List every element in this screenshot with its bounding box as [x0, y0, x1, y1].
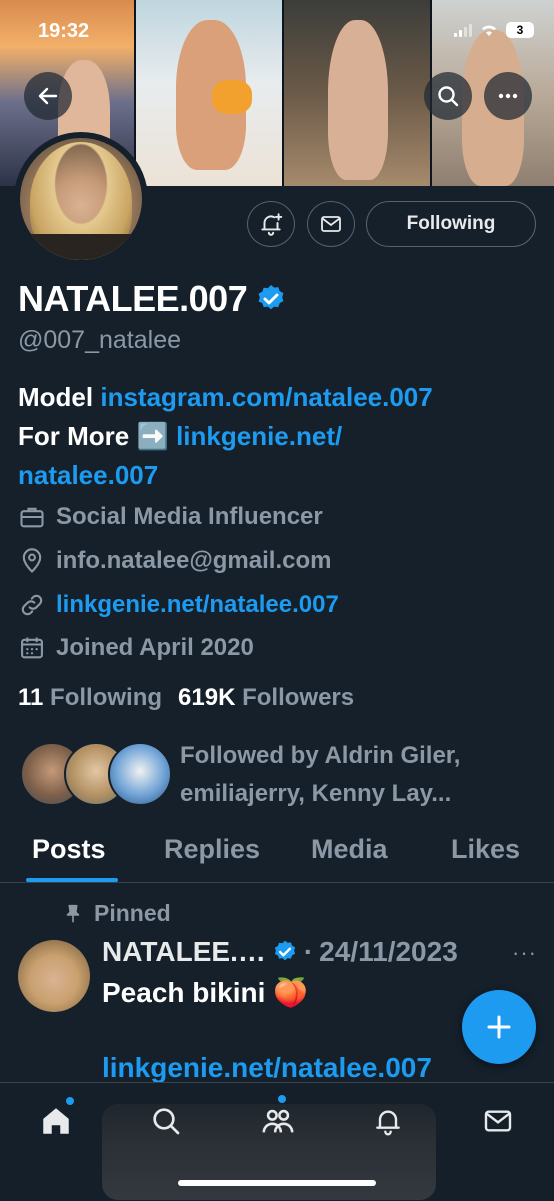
pin-icon — [66, 904, 80, 922]
bio-text: For More — [18, 421, 137, 451]
banner-photo-2 — [136, 0, 282, 186]
search-button[interactable] — [424, 72, 472, 120]
followers-count: 619K — [178, 684, 236, 711]
profile-website-link[interactable]: linkgenie.net/natalee.007 — [56, 591, 339, 619]
post-text: Peach bikini 🍑 — [102, 977, 309, 1008]
active-tab-indicator — [26, 878, 118, 882]
post-header: NATALEE.… · 24/11/2023 — [102, 936, 458, 968]
followed-by-line: emiliajerry, Kenny Lay... — [180, 780, 452, 807]
following-button[interactable]: Following — [366, 201, 536, 247]
profile-bio: Model instagram.com/natalee.007 For More… — [18, 378, 538, 495]
search-icon — [438, 86, 459, 107]
nav-home[interactable] — [36, 1097, 76, 1141]
bio-text: Model — [18, 382, 101, 412]
notifications-button[interactable] — [247, 201, 295, 247]
pinned-label-row: Pinned — [62, 900, 171, 927]
profile-avatar[interactable] — [14, 132, 148, 266]
status-time: 19:32 — [38, 20, 90, 42]
pinned-label: Pinned — [94, 900, 171, 926]
signal-icon — [454, 23, 472, 37]
follow-counts: 11 Following 619K Followers — [18, 684, 354, 712]
following-label: Following — [50, 684, 163, 711]
display-name: NATALEE.007 — [18, 278, 248, 319]
post-link[interactable]: linkgenie.net/natalee.007 — [102, 1052, 432, 1084]
bio-linkgenie-link[interactable]: linkgenie.net/ — [176, 421, 342, 451]
post-date: 24/11/2023 — [319, 936, 458, 967]
profile-tabs: Posts Replies Media Likes — [0, 826, 554, 883]
home-indicator[interactable] — [178, 1180, 376, 1186]
more-button[interactable] — [484, 72, 532, 120]
bell-plus-icon — [261, 213, 283, 236]
profile-email: info.natalee@gmail.com — [56, 547, 332, 574]
message-button[interactable] — [307, 201, 355, 247]
arrow-left-icon — [38, 87, 58, 105]
followed-by-line: Followed by Aldrin Giler, — [180, 742, 461, 769]
communities-icon — [262, 1109, 294, 1133]
location-pin-icon — [22, 548, 42, 573]
more-icon — [498, 93, 518, 99]
profile-joined-row: Joined April 2020 — [18, 634, 254, 662]
verified-badge-icon — [258, 285, 284, 310]
following-count: 11 — [18, 684, 44, 711]
bio-instagram-link[interactable]: instagram.com/natalee.007 — [100, 382, 432, 412]
compose-button[interactable] — [462, 990, 536, 1064]
banner-photo-3 — [284, 0, 430, 186]
link-icon — [21, 594, 43, 616]
battery-icon: 3 — [506, 22, 534, 38]
post-author-avatar[interactable] — [18, 940, 90, 1012]
profile-category: Social Media Influencer — [56, 503, 323, 530]
bio-linkgenie-link-cont[interactable]: natalee.007 — [18, 460, 158, 490]
profile-location-row: info.natalee@gmail.com — [18, 547, 331, 575]
post-more-button[interactable]: ··· — [512, 940, 537, 966]
verified-badge-icon — [274, 940, 295, 961]
followed-by-avatars[interactable] — [20, 742, 172, 806]
tab-replies[interactable]: Replies — [164, 834, 260, 865]
wifi-icon — [482, 25, 496, 36]
bell-icon — [376, 1110, 400, 1136]
plus-icon — [487, 1015, 511, 1039]
profile-category-row: Social Media Influencer — [18, 503, 323, 531]
mail-icon — [484, 1110, 512, 1132]
profile-joined: Joined April 2020 — [56, 634, 254, 661]
profile-website-row: linkgenie.net/natalee.007 — [18, 591, 339, 619]
display-name-row: NATALEE.007 — [18, 278, 287, 320]
calendar-icon — [21, 637, 43, 659]
followers-label: Followers — [242, 684, 355, 711]
tab-likes[interactable]: Likes — [451, 834, 520, 865]
arrow-right-emoji: ➡️ — [136, 421, 169, 451]
status-icons: 3 — [454, 22, 534, 38]
envelope-icon — [321, 216, 341, 232]
nav-messages[interactable] — [478, 1101, 518, 1141]
briefcase-icon — [20, 507, 44, 528]
followed-by-text[interactable]: Followed by Aldrin Giler, emiliajerry, K… — [180, 737, 540, 813]
home-icon — [43, 1108, 69, 1134]
nav-communities[interactable] — [258, 1095, 298, 1141]
tab-media[interactable]: Media — [311, 834, 388, 865]
avatar — [108, 742, 172, 806]
post-author-name[interactable]: NATALEE.… — [102, 936, 266, 968]
nav-search[interactable] — [146, 1101, 186, 1141]
search-icon — [153, 1108, 180, 1135]
tab-posts[interactable]: Posts — [32, 834, 106, 865]
post-separator: · — [303, 936, 314, 967]
profile-handle: @007_natalee — [18, 326, 182, 354]
followers-count-link[interactable]: 619K Followers — [178, 684, 354, 712]
back-button[interactable] — [24, 72, 72, 120]
following-count-link[interactable]: 11 Following — [18, 684, 162, 712]
nav-notifications[interactable] — [368, 1101, 408, 1141]
